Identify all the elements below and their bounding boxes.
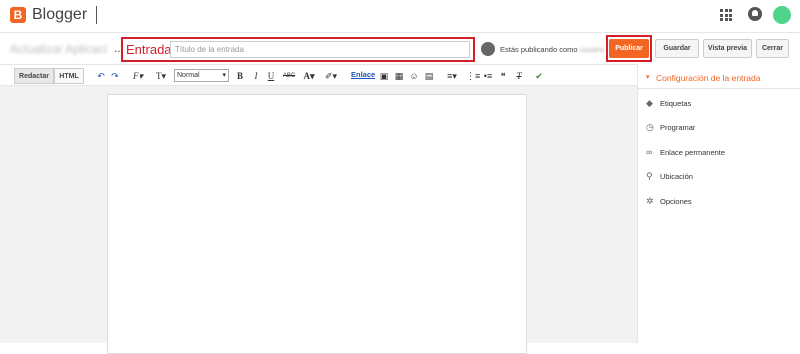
sidebar-item-label: Enlace permanente — [660, 148, 726, 157]
user-avatar — [481, 42, 495, 56]
jump-break-icon[interactable]: ▤ — [423, 69, 435, 83]
top-bar: B Blogger — [0, 0, 800, 32]
quote-icon[interactable]: ❝ — [497, 69, 509, 83]
font-size-icon[interactable]: T▾ — [152, 69, 170, 83]
apps-grid-icon[interactable] — [720, 9, 732, 21]
sidebar-divider — [638, 88, 800, 89]
spellcheck-icon[interactable]: ✔ — [533, 69, 545, 83]
save-button[interactable]: Guardar — [655, 39, 699, 58]
compose-mode-button[interactable]: Redactar — [14, 68, 54, 84]
numbered-list-icon[interactable]: ⋮≡ — [466, 69, 480, 83]
post-body-editor[interactable] — [107, 94, 527, 354]
sidebar-item-permalink[interactable]: ∞ Enlace permanente — [646, 146, 796, 160]
align-icon[interactable]: ≡▾ — [443, 69, 461, 83]
sidebar-item-schedule[interactable]: ◷ Programar — [646, 121, 796, 135]
bell-icon[interactable] — [748, 7, 762, 21]
sidebar-item-label: Ubicación — [660, 172, 693, 181]
post-title-input[interactable] — [170, 41, 470, 58]
video-icon[interactable]: ▦ — [393, 69, 405, 83]
font-size-glyph: T — [155, 71, 162, 81]
blogger-logo-icon[interactable]: B — [10, 7, 26, 23]
header-divider — [96, 6, 97, 24]
post-settings-title: Configuración de la entrada — [656, 73, 761, 83]
close-button[interactable]: Cerrar — [756, 39, 789, 58]
post-title-bar: Actualizar Aplicaci ... Entrada Estás pu… — [0, 32, 800, 64]
redo-icon[interactable]: ↷ — [110, 69, 120, 83]
underline-icon[interactable]: U — [266, 69, 276, 83]
bold-icon[interactable]: B — [235, 69, 245, 83]
html-mode-button[interactable]: HTML — [54, 68, 84, 84]
format-select[interactable]: Normal — [174, 69, 229, 82]
font-family-icon[interactable]: F▾ — [130, 69, 146, 83]
tag-icon: ◆ — [646, 98, 653, 108]
publishing-as-text: Estás publicando como usuario — [500, 45, 604, 54]
preview-button[interactable]: Vista previa — [703, 39, 752, 58]
sidebar-item-label: Opciones — [660, 197, 692, 206]
publish-button[interactable]: Publicar — [609, 39, 649, 58]
clock-icon: ◷ — [646, 122, 654, 132]
publishing-as-label: Estás publicando como — [500, 45, 578, 54]
blog-name[interactable]: Actualizar Aplicaci — [10, 42, 107, 56]
undo-icon[interactable]: ↶ — [96, 69, 106, 83]
sidebar-item-options[interactable]: ✲ Opciones — [646, 195, 796, 209]
text-color-icon[interactable]: A▾ — [301, 69, 317, 83]
caret-down-icon: ▾ — [646, 74, 650, 81]
brand-name[interactable]: Blogger — [32, 6, 87, 24]
clear-format-icon[interactable]: T — [513, 69, 525, 83]
editor-area — [0, 86, 637, 354]
bulleted-list-icon[interactable]: •≡ — [482, 69, 494, 83]
sidebar-item-labels[interactable]: ◆ Etiquetas — [646, 97, 796, 111]
align-glyph: ≡ — [447, 71, 453, 81]
gear-icon: ✲ — [646, 196, 654, 206]
location-pin-icon: ⚲ — [646, 171, 653, 181]
sidebar-item-label: Etiquetas — [660, 99, 692, 108]
link-icon: ∞ — [646, 147, 653, 157]
sidebar-item-location[interactable]: ⚲ Ubicación — [646, 170, 796, 184]
emoji-icon[interactable]: ☺ — [408, 69, 420, 83]
text-color-glyph: A — [303, 71, 310, 81]
italic-icon[interactable]: I — [251, 69, 261, 83]
annotation-box: Entrada — [121, 37, 475, 62]
editor-toolbar: Redactar HTML ↶ ↷ F▾ T▾ Normal B I U ABC… — [0, 64, 637, 86]
post-settings-sidebar: ▾ Configuración de la entrada ◆ Etiqueta… — [637, 64, 800, 343]
account-avatar[interactable] — [773, 6, 791, 24]
post-settings-header[interactable]: ▾ Configuración de la entrada — [646, 73, 760, 83]
font-family-glyph: F — [132, 71, 139, 81]
link-button[interactable]: Enlace — [351, 70, 375, 79]
publishing-as-name: usuario — [579, 45, 605, 54]
sidebar-item-label: Programar — [660, 123, 696, 132]
image-icon[interactable]: ▣ — [378, 69, 390, 83]
annotation-label: Entrada — [126, 42, 172, 57]
strikethrough-icon[interactable]: ABC — [281, 69, 297, 83]
highlight-color-icon[interactable]: ✐▾ — [323, 69, 339, 83]
format-select-value: Normal — [177, 72, 200, 79]
